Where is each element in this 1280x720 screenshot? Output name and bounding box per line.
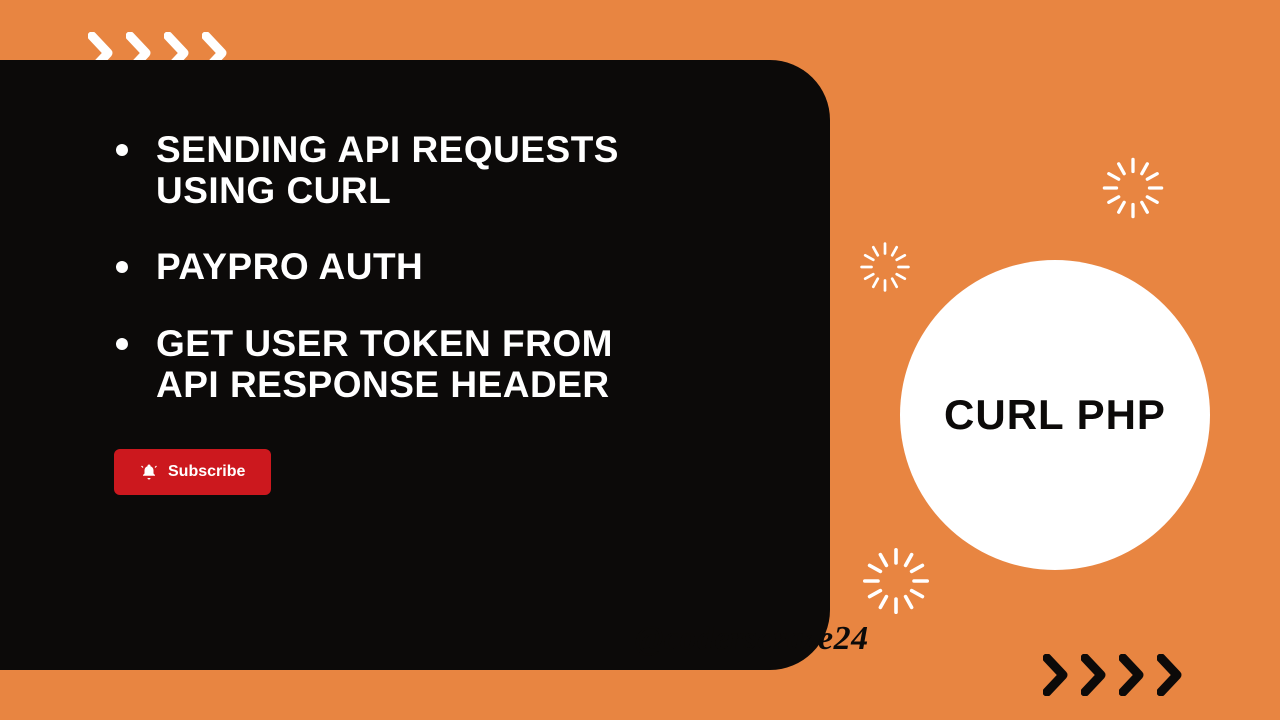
sunburst-icon (858, 240, 912, 294)
list-item: PAYPRO AUTH (110, 247, 770, 288)
subscribe-label: Subscribe (168, 463, 245, 481)
list-item: GET USER TOKEN FROM API RESPONSE HEADER (110, 324, 770, 405)
bullet-line: SENDING API REQUESTS (156, 129, 619, 170)
channel-handle: @coderscraze24 (635, 620, 869, 658)
bullet-line: PAYPRO AUTH (156, 246, 423, 287)
list-item: SENDING API REQUESTS USING CURL (110, 130, 770, 211)
topic-circle-label: CURL PHP (944, 391, 1166, 439)
chevron-right-icon (1043, 654, 1079, 696)
bullet-list: SENDING API REQUESTS USING CURL PAYPRO A… (110, 130, 770, 405)
bullet-line: USING CURL (156, 170, 391, 211)
topic-circle: CURL PHP (900, 260, 1210, 570)
sunburst-icon (860, 545, 932, 617)
subscribe-button[interactable]: Subscribe (114, 449, 271, 495)
chevron-right-icon (1081, 654, 1117, 696)
content-card: SENDING API REQUESTS USING CURL PAYPRO A… (0, 60, 830, 670)
bullet-line: API RESPONSE HEADER (156, 364, 610, 405)
chevrons-bottom (1043, 654, 1195, 696)
bell-icon (140, 463, 158, 481)
sunburst-icon (1100, 155, 1166, 221)
bullet-line: GET USER TOKEN FROM (156, 323, 613, 364)
chevron-right-icon (1119, 654, 1155, 696)
chevron-right-icon (1157, 654, 1193, 696)
